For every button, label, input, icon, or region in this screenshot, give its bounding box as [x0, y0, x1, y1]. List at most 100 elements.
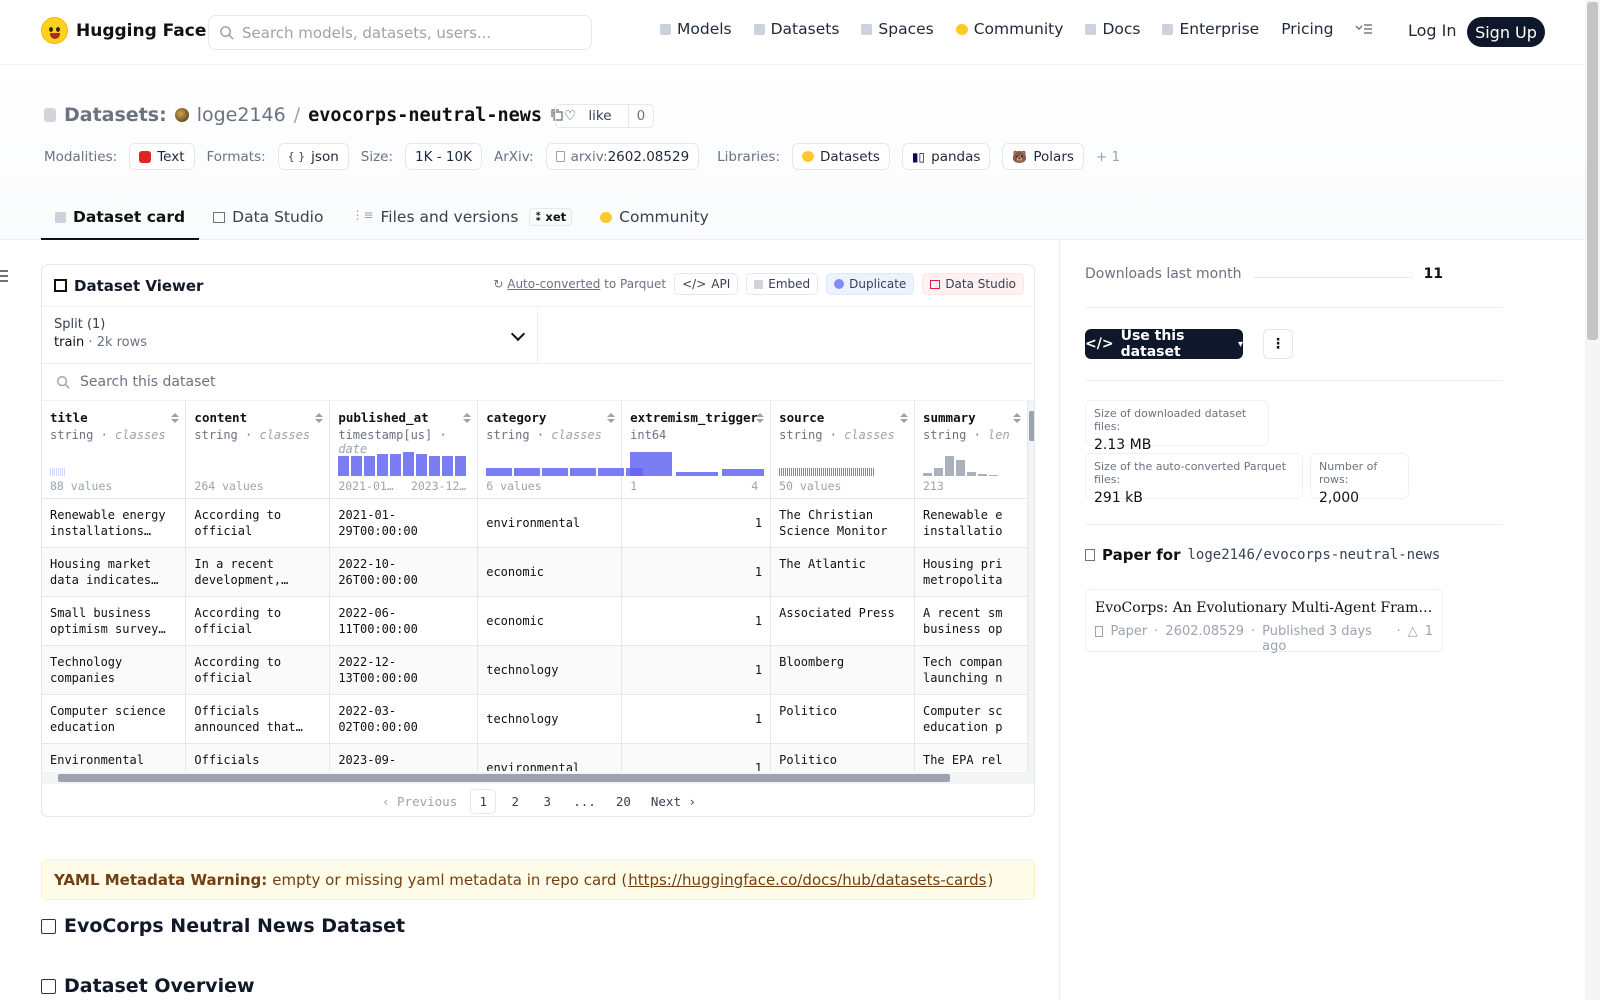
sort-icon[interactable] [171, 413, 180, 423]
table-cell-published_at[interactable]: 2022-10-26T00:00:00 [329, 547, 479, 597]
libraries-more[interactable]: + 1 [1096, 149, 1120, 165]
sort-icon[interactable] [899, 413, 908, 423]
sidebar-toggle-icon[interactable] [0, 270, 8, 282]
table-cell-content[interactable]: According to official reports,… [185, 596, 331, 646]
column-histogram[interactable] [50, 452, 65, 476]
nav-community[interactable]: Community [955, 20, 1063, 38]
table-row[interactable]: Small business optimism survey… According… [42, 596, 1028, 646]
table-cell-extremism_trigger[interactable]: 1 [621, 743, 772, 771]
library-chip-datasets[interactable]: Datasets [792, 143, 890, 170]
brand-logo[interactable]: Hugging Face [41, 17, 206, 44]
table-cell-summary[interactable]: Tech compan launching n [914, 645, 1028, 695]
global-search-input[interactable]: Search models, datasets, users... [208, 15, 592, 50]
crumb-user[interactable]: loge2146 [197, 104, 286, 126]
table-cell-title[interactable]: Technology companies announc… [42, 645, 187, 695]
use-dataset-button[interactable]: </> Use this dataset ▾ [1085, 328, 1243, 360]
table-row[interactable]: Technology companies announc… According t… [42, 645, 1028, 695]
pager-page[interactable]: 2 [502, 790, 528, 813]
table-cell-category[interactable]: economic [477, 547, 623, 597]
table-cell-summary[interactable]: Renewable e installatio [914, 498, 1028, 548]
table-cell-source[interactable]: The Christian Science Monitor [770, 498, 915, 548]
column-header-published_at[interactable]: published_at timestamp[us] · date 2021-0… [329, 401, 479, 499]
column-histogram[interactable] [338, 451, 467, 476]
table-cell-category[interactable]: environmental [477, 743, 623, 771]
tab-files[interactable]: ⋮≡ Files and versions ⁑ xet [337, 198, 586, 240]
table-cell-category[interactable]: technology [477, 645, 623, 695]
size-chip[interactable]: 1K - 10K [405, 143, 482, 170]
data-studio-button[interactable]: Data Studio [922, 273, 1024, 295]
api-button[interactable]: </> API [674, 273, 739, 295]
table-cell-content[interactable]: Officials announced that… [185, 694, 331, 744]
table-cell-summary[interactable]: Computer sc education p [914, 694, 1028, 744]
table-cell-extremism_trigger[interactable]: 1 [621, 596, 772, 646]
warning-link[interactable]: https://huggingface.co/docs/hub/datasets… [628, 871, 986, 889]
table-horizontal-scrollbar[interactable] [42, 772, 1028, 784]
column-histogram[interactable] [486, 452, 644, 476]
nav-docs[interactable]: Docs [1085, 20, 1140, 38]
sort-icon[interactable] [1013, 413, 1021, 423]
sort-icon[interactable] [756, 413, 765, 423]
dataset-search-input[interactable]: Search this dataset [42, 364, 1034, 401]
column-header-category[interactable]: category string · classes 6 values [477, 401, 644, 499]
tab-community[interactable]: Community [586, 198, 723, 240]
split-selector[interactable]: Split (1) train · 2k rows [42, 307, 538, 363]
table-cell-extremism_trigger[interactable]: 1 [621, 547, 772, 597]
table-cell-published_at[interactable]: 2021-01-29T00:00:00 [329, 498, 479, 548]
table-row[interactable]: Renewable energy installations… According… [42, 498, 1028, 548]
sort-icon[interactable] [607, 413, 616, 423]
column-histogram[interactable] [922, 452, 998, 476]
pager-page[interactable]: 1 [470, 789, 497, 814]
column-header-source[interactable]: source string · classes 50 values [770, 401, 915, 499]
table-vertical-scrollbar[interactable] [1028, 401, 1034, 784]
table-cell-content[interactable]: Officials [185, 743, 331, 771]
table-cell-title[interactable]: Computer science education program… [42, 694, 187, 744]
table-cell-title[interactable]: Small business optimism survey… [42, 596, 187, 646]
crumb-repo[interactable]: evocorps-neutral-news [308, 105, 542, 126]
like-button[interactable]: ♡ like 0 [555, 104, 655, 128]
auto-converted-link[interactable]: Auto-converted [507, 277, 600, 291]
table-cell-source[interactable]: Associated Press [770, 596, 915, 646]
table-row[interactable]: Computer science education program… Offic… [42, 694, 1028, 744]
table-cell-content[interactable]: In a recent development,… [185, 547, 331, 597]
table-cell-source[interactable]: Bloomberg [770, 645, 915, 695]
nav-models[interactable]: Models [660, 20, 732, 38]
column-header-title[interactable]: title string · classes 88 values [42, 401, 187, 499]
table-cell-title[interactable]: Environmental [42, 743, 187, 771]
format-chip[interactable]: { } json [277, 143, 349, 170]
tab-dataset-card[interactable]: Dataset card [41, 198, 200, 240]
table-row[interactable]: Housing market data indicates… In a recen… [42, 547, 1028, 597]
arxiv-chip[interactable]: arxiv: 2602.08529 [545, 143, 700, 170]
pager-page[interactable]: 20 [609, 790, 638, 813]
more-menu-icon[interactable] [1355, 23, 1373, 35]
table-cell-published_at[interactable]: 2022-12-13T00:00:00 [329, 645, 479, 695]
table-cell-source[interactable]: The Atlantic [770, 547, 915, 597]
table-cell-source[interactable]: Politico [770, 694, 915, 744]
tab-data-studio[interactable]: Data Studio [199, 198, 337, 240]
column-header-content[interactable]: content string · classes 264 values [185, 401, 331, 499]
table-cell-extremism_trigger[interactable]: 1 [621, 645, 772, 695]
library-chip-polars[interactable]: 🐻 Polars [1002, 143, 1084, 170]
pager-next[interactable]: Next › [644, 790, 703, 813]
table-cell-extremism_trigger[interactable]: 1 [621, 694, 772, 744]
nav-enterprise[interactable]: Enterprise [1162, 20, 1259, 38]
table-cell-published_at[interactable]: 2022-06-11T00:00:00 [329, 596, 479, 646]
table-cell-summary[interactable]: The EPA rel [914, 743, 1028, 771]
nav-pricing[interactable]: Pricing [1281, 20, 1333, 38]
sort-icon[interactable] [463, 413, 472, 423]
table-cell-category[interactable]: environmental [477, 498, 623, 548]
more-options-icon[interactable]: ⋮ [1263, 329, 1293, 359]
table-cell-summary[interactable]: Housing pri metropolita [914, 547, 1028, 597]
table-row[interactable]: Environmental Officials 2023-09-06T00:00:0… [42, 743, 1028, 771]
column-header-extremism_trigger[interactable]: extremism_trigger int64 1 4 [621, 401, 772, 499]
modality-chip[interactable]: Text [129, 143, 195, 170]
table-cell-summary[interactable]: A recent sm business op [914, 596, 1028, 646]
table-cell-content[interactable]: According to official reports,… [185, 645, 331, 695]
login-link[interactable]: Log In [1408, 21, 1457, 40]
embed-button[interactable]: Embed [746, 273, 819, 295]
pager-previous[interactable]: ‹ Previous [375, 790, 464, 813]
column-histogram[interactable] [630, 451, 766, 476]
column-header-summary[interactable]: summary string · len 213 [914, 401, 1028, 499]
table-cell-title[interactable]: Renewable energy installations… [42, 498, 187, 548]
column-histogram[interactable] [779, 452, 875, 476]
signup-button[interactable]: Sign Up [1467, 17, 1545, 47]
